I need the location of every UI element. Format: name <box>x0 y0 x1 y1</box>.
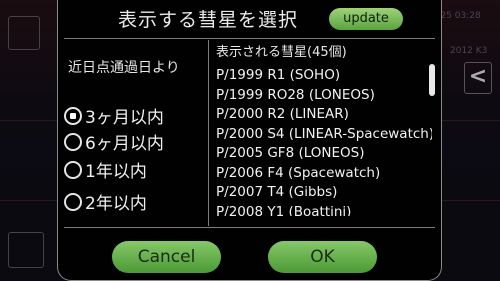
radio-label: 1年以内 <box>85 162 147 182</box>
list-item[interactable]: P/1999 RO28 (LONEOS) <box>216 86 432 106</box>
radio-option-6-months[interactable]: 6ヶ月以内 <box>64 129 164 154</box>
list-item[interactable]: P/2006 F4 (Spacewatch) <box>216 164 432 184</box>
radio-button[interactable] <box>64 132 82 151</box>
radio-button[interactable] <box>64 106 82 125</box>
radio-option-3-months[interactable]: 3ヶ月以内 <box>64 103 164 128</box>
cancel-button[interactable]: Cancel <box>112 241 221 273</box>
update-button[interactable]: update <box>329 8 403 30</box>
list-item[interactable]: P/2008 Y1 (Boattini) <box>216 203 432 217</box>
list-scrollbar[interactable] <box>429 64 435 96</box>
comet-list-header: 表示される彗星(45個) <box>216 45 347 60</box>
divider <box>64 227 435 228</box>
radio-button[interactable] <box>64 160 82 179</box>
radio-label: 6ヶ月以内 <box>85 134 164 154</box>
radio-label: 3ヶ月以内 <box>85 108 164 128</box>
list-item[interactable]: P/2007 T4 (Gibbs) <box>216 183 432 203</box>
background-comet-label: 2012 K3 <box>450 46 488 56</box>
list-item[interactable]: P/2005 GF8 (LONEOS) <box>216 144 432 164</box>
side-arrow-button[interactable]: < <box>464 62 492 94</box>
comet-list[interactable]: P/1999 R1 (SOHO) P/1999 RO28 (LONEOS) P/… <box>216 66 432 216</box>
divider <box>208 40 209 226</box>
radio-option-2-years[interactable]: 2年以内 <box>64 189 147 214</box>
period-label: 近日点通過日より <box>68 60 180 76</box>
radio-button[interactable] <box>64 192 82 211</box>
star-map-icon[interactable] <box>8 232 44 268</box>
ok-button[interactable]: OK <box>268 241 377 273</box>
radio-option-1-year[interactable]: 1年以内 <box>64 157 147 182</box>
list-item[interactable]: P/1999 R1 (SOHO) <box>216 66 432 86</box>
divider <box>64 38 435 39</box>
comet-select-dialog: 表示する彗星を選択 update 近日点通過日より 3ヶ月以内 6ヶ月以内 1年… <box>57 0 442 281</box>
dialog-title: 表示する彗星を選択 <box>117 9 298 31</box>
list-item[interactable]: P/2000 R2 (LINEAR) <box>216 105 432 125</box>
list-item[interactable]: P/2000 S4 (LINEAR-Spacewatch) <box>216 125 432 145</box>
radio-label: 2年以内 <box>85 194 147 214</box>
camera-tripod-icon[interactable] <box>8 16 40 50</box>
